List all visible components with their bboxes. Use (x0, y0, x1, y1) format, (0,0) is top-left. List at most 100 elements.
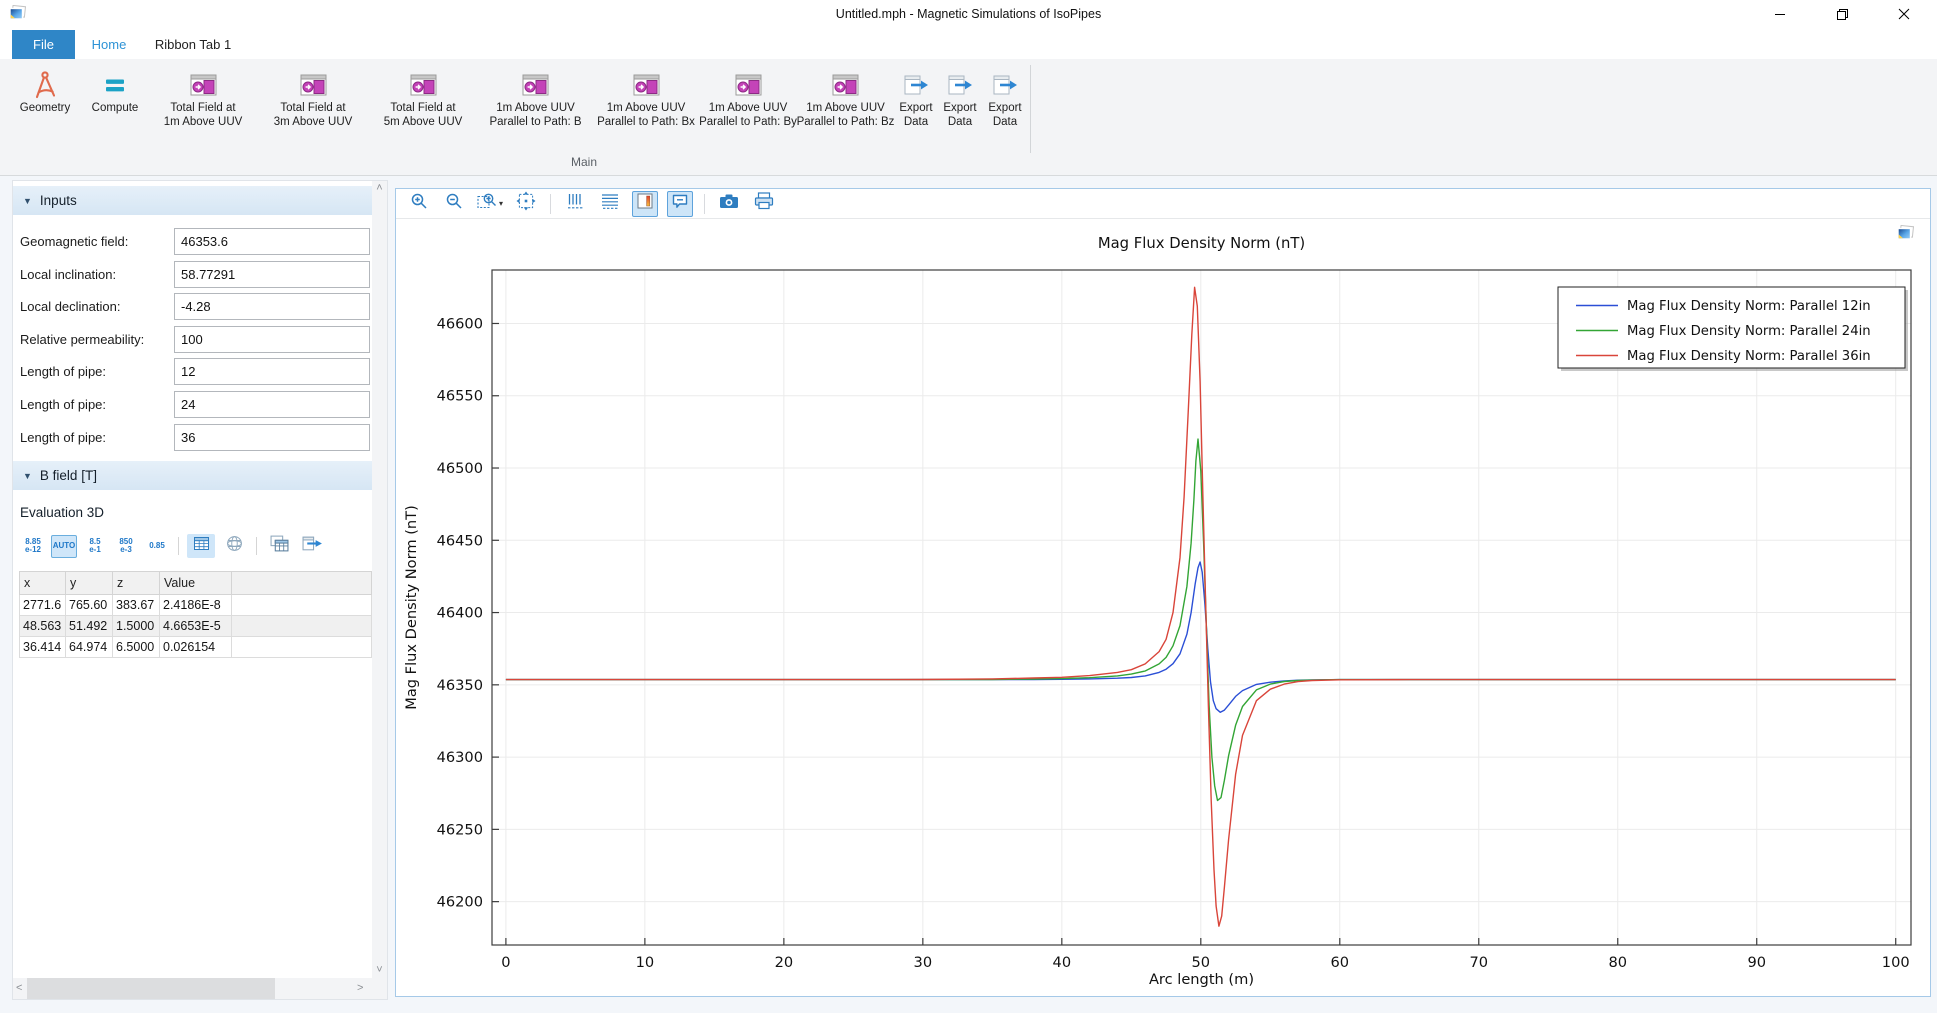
ribbon-button-total-field-at-3m-above-uuv[interactable]: Total Field at3m Above UUV (258, 63, 368, 149)
export-icon (947, 69, 974, 101)
zoom-extents-icon (516, 191, 536, 216)
sphere-view-button[interactable] (220, 534, 248, 558)
export-table-button[interactable] (298, 534, 326, 558)
zoom-box-button[interactable]: ▾ (476, 191, 504, 217)
table-row[interactable]: 2771.6765.60383.672.4186E-8 (20, 595, 372, 616)
x-tick-label: 60 (1330, 954, 1349, 971)
scroll-down-icon[interactable]: ˅︎ (376, 963, 382, 978)
y-tick-label: 46400 (437, 605, 483, 622)
collapse-triangle-icon: ▼ (23, 471, 32, 481)
sidebar-vertical-scrollbar[interactable]: ˄︎ ˅︎ (372, 181, 387, 978)
copy-table-button[interactable] (265, 534, 293, 558)
title-bar: Untitled.mph - Magnetic Simulations of I… (0, 0, 1937, 28)
printer-icon (754, 192, 774, 215)
ribbon-button-export-data-3[interactable]: ExportData (982, 63, 1028, 149)
table-header-Value[interactable]: Value (160, 572, 232, 595)
auto-precision-button[interactable]: AUTO (51, 535, 77, 558)
scrollbar-thumb[interactable] (27, 978, 275, 999)
ribbon-button-1m-above-uuv-parallel-to-path-bz[interactable]: 1m Above UUVParallel to Path: Bz (797, 63, 894, 149)
table-header-z[interactable]: z (113, 572, 160, 595)
table-row[interactable]: 36.41464.9746.50000.026154 (20, 637, 372, 658)
table-header-x[interactable]: x (20, 572, 66, 595)
tab-file[interactable]: File (12, 30, 75, 59)
precision-0p85-button[interactable]: 0.85 (144, 535, 170, 558)
plot-svg[interactable]: 0102030405060708090100462004625046300463… (396, 219, 1930, 996)
scroll-left-icon[interactable]: ˂︎ (16, 981, 22, 996)
y-tick-label: 46200 (437, 894, 483, 911)
ribbon-button-total-field-at-5m-above-uuv[interactable]: Total Field at5m Above UUV (368, 63, 478, 149)
zoom-extents-button[interactable] (513, 191, 539, 217)
field-input-relative-permeability-3[interactable] (174, 326, 370, 353)
collapse-triangle-icon: ▼ (23, 196, 32, 206)
minimize-button[interactable] (1757, 0, 1803, 28)
table-header-y[interactable]: y (66, 572, 113, 595)
zoom-in-icon (410, 192, 428, 215)
field-label-2: Local declination: (20, 293, 170, 320)
field-input-length-of-pipe-4[interactable] (174, 358, 370, 385)
scroll-right-icon[interactable]: ˃︎ (357, 981, 363, 996)
ribbon-button-label: Total Field at5m Above UUV (384, 101, 463, 129)
x-tick-label: 20 (775, 954, 794, 971)
ribbon-button-geometry[interactable]: Geometry (8, 63, 82, 149)
floating-window-icon[interactable] (1896, 225, 1914, 241)
grid-toggle-button[interactable] (597, 191, 623, 217)
ribbon-button-label: Total Field at3m Above UUV (274, 101, 353, 129)
table-cell (232, 616, 372, 637)
print-button[interactable] (751, 191, 777, 217)
x-tick-label: 10 (636, 954, 655, 971)
tooltip-toggle-button[interactable] (667, 191, 693, 217)
ribbon-tab-row: File Home Ribbon Tab 1 (0, 28, 1937, 59)
table-header-filler (232, 572, 372, 595)
ribbon-button-1m-above-uuv-parallel-to-path-bx[interactable]: 1m Above UUVParallel to Path: Bx (593, 63, 699, 149)
table-row[interactable]: 48.56351.4921.50004.6653E-5 (20, 616, 372, 637)
sidebar-horizontal-scrollbar[interactable]: ˂︎ ˃︎ (13, 978, 374, 999)
precision-8p85e-12-button[interactable]: 8.85e-12 (20, 535, 46, 558)
chart-legend: Mag Flux Density Norm: Parallel 12inMag … (1558, 287, 1908, 371)
table-cell: 0.026154 (160, 637, 232, 658)
restore-button[interactable] (1819, 0, 1865, 28)
ribbon-group-separator (1030, 65, 1031, 153)
precision-850e-3-button[interactable]: 850e-3 (113, 535, 139, 558)
x-tick-label: 50 (1192, 954, 1211, 971)
scroll-up-icon[interactable]: ˄︎ (376, 181, 382, 196)
ribbon-button-1m-above-uuv-parallel-to-path-b[interactable]: 1m Above UUVParallel to Path: B (478, 63, 593, 149)
snapshot-button[interactable] (716, 191, 742, 217)
precision-8p5e-1-button[interactable]: 8.5e-1 (82, 535, 108, 558)
chart-canvas[interactable]: 0102030405060708090100462004625046300463… (396, 219, 1930, 996)
table-cell: 2.4186E-8 (160, 595, 232, 616)
ribbon-button-label: Compute (92, 101, 139, 115)
ribbon-button-export-data-1[interactable]: ExportData (894, 63, 938, 149)
bfield-section-header[interactable]: ▼ B field [T] (13, 461, 372, 490)
table-cell (232, 637, 372, 658)
tab-home[interactable]: Home (80, 30, 138, 59)
table-view-button[interactable] (187, 534, 215, 558)
ribbon-button-compute[interactable]: Compute (82, 63, 148, 149)
field-input-length-of-pipe-6[interactable] (174, 424, 370, 451)
legend-toggle-button[interactable] (632, 191, 658, 217)
plot-window-icon (735, 69, 762, 101)
axis-icon (565, 192, 585, 215)
axis-settings-button[interactable] (562, 191, 588, 217)
x-tick-label: 80 (1608, 954, 1627, 971)
field-input-length-of-pipe-5[interactable] (174, 391, 370, 418)
ribbon-button-export-data-2[interactable]: ExportData (938, 63, 982, 149)
zoom-in-button[interactable] (406, 191, 432, 217)
inputs-section-header[interactable]: ▼ Inputs (13, 186, 372, 215)
field-input-geomagnetic-field-0[interactable] (174, 228, 370, 255)
field-input-local-declination-2[interactable] (174, 293, 370, 320)
field-input-local-inclination-1[interactable] (174, 261, 370, 288)
tab-ribbon-tab-1[interactable]: Ribbon Tab 1 (143, 30, 243, 59)
window-title: Untitled.mph - Magnetic Simulations of I… (0, 0, 1937, 28)
x-tick-label: 90 (1747, 954, 1766, 971)
ribbon-button-total-field-at-1m-above-uuv[interactable]: Total Field at1m Above UUV (148, 63, 258, 149)
x-tick-label: 30 (914, 954, 933, 971)
copy-table-icon (270, 535, 289, 557)
plot-window-icon (832, 69, 859, 101)
ribbon-button-1m-above-uuv-parallel-to-path-by[interactable]: 1m Above UUVParallel to Path: By (699, 63, 797, 149)
plot-window-icon (300, 69, 327, 101)
table-cell: 2771.6 (20, 595, 66, 616)
chevron-down-icon[interactable]: ▾ (499, 199, 503, 208)
zoom-out-button[interactable] (441, 191, 467, 217)
close-button[interactable] (1881, 0, 1927, 28)
table-cell: 64.974 (66, 637, 113, 658)
